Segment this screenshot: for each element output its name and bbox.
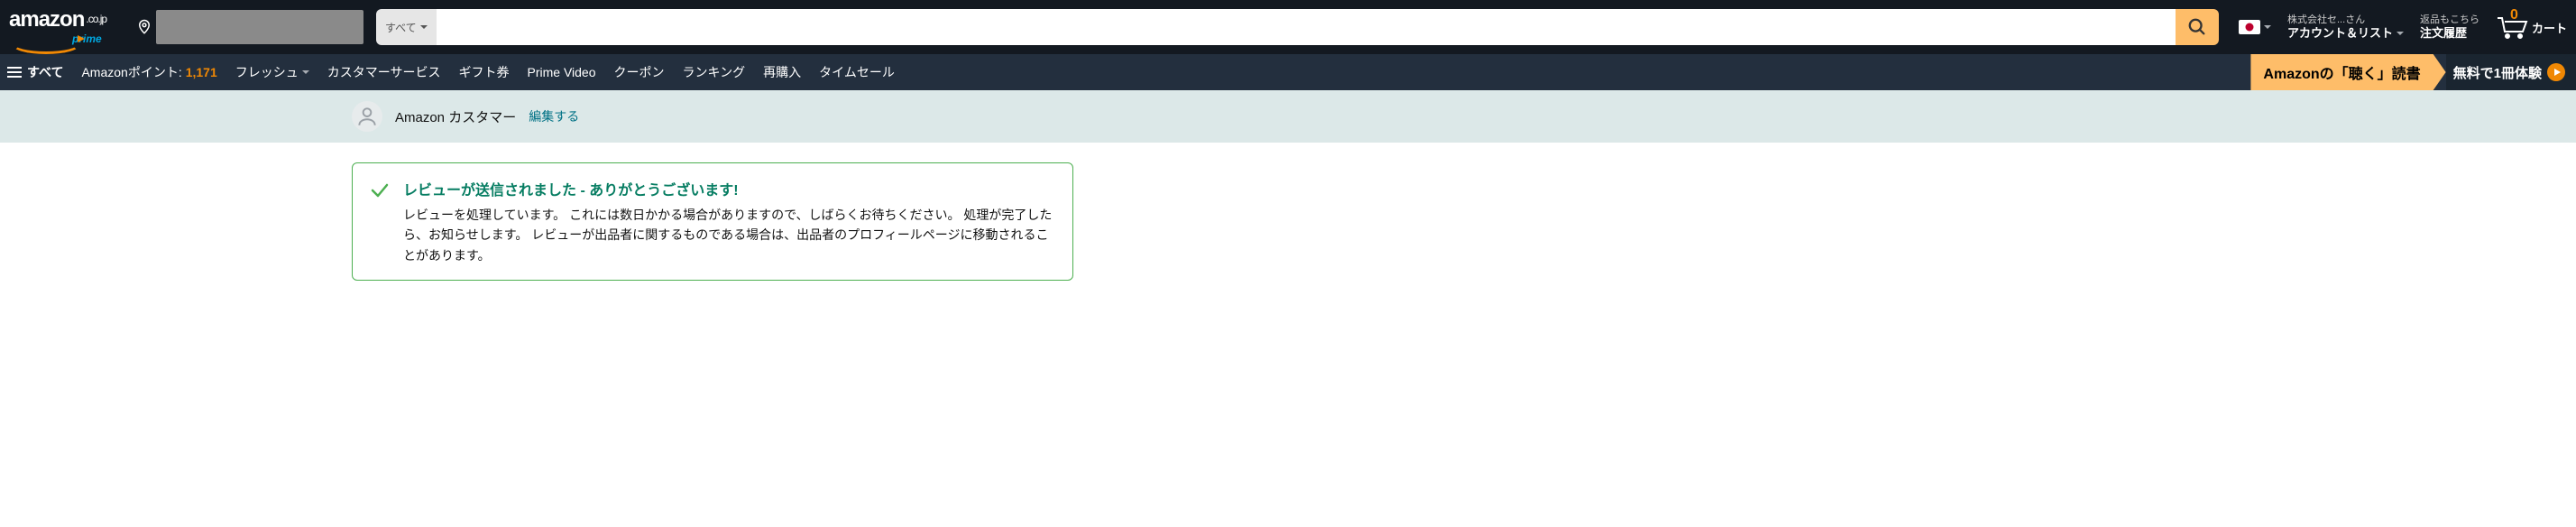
- profile-strip: Amazon カスタマー 編集する: [0, 90, 2576, 143]
- profile-name: Amazon カスタマー: [395, 107, 516, 126]
- alert-container: レビューが送信されました - ありがとうございます! レビューを処理しています。…: [0, 143, 2576, 281]
- top-nav: amazon.co.jp prime すべて 株式会社: [0, 0, 2576, 54]
- chevron-down-icon: [2397, 32, 2404, 35]
- alert-body: レビューを処理しています。 これには数日かかる場合がありますので、しばらくお待ち…: [403, 205, 1056, 265]
- nav-fresh-label: フレッシュ: [235, 63, 299, 81]
- sub-nav: すべて Amazonポイント: 1,171 フレッシュ カスタマーサービス ギフ…: [0, 54, 2576, 90]
- avatar: [352, 101, 382, 132]
- hamburger-icon: [7, 67, 22, 78]
- chevron-down-icon: [420, 25, 428, 29]
- logo-suffix: .co.jp: [86, 13, 106, 25]
- chevron-down-icon: [302, 70, 309, 74]
- search-input[interactable]: [437, 9, 2176, 45]
- nav-points[interactable]: Amazonポイント: 1,171: [81, 63, 216, 81]
- points-value: 1,171: [186, 65, 217, 79]
- smile-icon: [11, 31, 83, 42]
- orders-small: 返品もこちら: [2420, 14, 2479, 26]
- all-menu-button[interactable]: すべて: [7, 63, 63, 81]
- account-label: アカウント＆リスト: [2287, 26, 2393, 41]
- nav-time-sale[interactable]: タイムセール: [819, 63, 895, 81]
- nav-coupon[interactable]: クーポン: [614, 63, 665, 81]
- nav-customer-service[interactable]: カスタマーサービス: [327, 63, 441, 81]
- logo-word: amazon: [9, 7, 84, 32]
- cart-label: カート: [2532, 19, 2567, 36]
- profile-edit-link[interactable]: 編集する: [529, 107, 579, 125]
- nav-ranking[interactable]: ランキング: [683, 63, 746, 81]
- cart-icon: 0: [2496, 14, 2530, 40]
- language-selector[interactable]: [2239, 20, 2271, 34]
- orders-link[interactable]: 返品もこちら 注文履歴: [2420, 14, 2479, 41]
- nav-fresh[interactable]: フレッシュ: [235, 63, 309, 81]
- cart-link[interactable]: 0 カート: [2496, 14, 2567, 40]
- account-menu[interactable]: 株式会社セ...さん アカウント＆リスト: [2287, 14, 2404, 41]
- location-pin-icon: [136, 17, 152, 37]
- points-label: Amazonポイント:: [81, 63, 181, 81]
- location-block[interactable]: [136, 10, 363, 44]
- orders-label: 注文履歴: [2420, 26, 2479, 41]
- success-alert: レビューが送信されました - ありがとうございます! レビューを処理しています。…: [352, 162, 1073, 281]
- search-bar: すべて: [376, 9, 2219, 45]
- flag-jp-icon: [2239, 20, 2260, 34]
- promo-banner[interactable]: Amazonの「聴く」読書 無料で1冊体験: [2250, 54, 2576, 90]
- promo-left: Amazonの「聴く」読書: [2250, 54, 2445, 90]
- nav-gift[interactable]: ギフト券: [459, 63, 510, 81]
- play-icon: [2547, 63, 2565, 81]
- promo-right: 無料で1冊体験: [2453, 63, 2542, 82]
- search-button[interactable]: [2176, 9, 2219, 45]
- nav-buy-again[interactable]: 再購入: [763, 63, 801, 81]
- nav-prime-video[interactable]: Prime Video: [528, 65, 596, 79]
- alert-title: レビューが送信されました - ありがとうございます!: [403, 178, 1056, 199]
- search-scope-dropdown[interactable]: すべて: [376, 9, 437, 45]
- all-menu-label: すべて: [27, 63, 63, 81]
- location-text-redacted: [156, 10, 363, 44]
- search-scope-label: すべて: [385, 20, 417, 35]
- top-nav-right: 株式会社セ...さん アカウント＆リスト 返品もこちら 注文履歴 0 カート: [2239, 14, 2567, 41]
- account-greeting: 株式会社セ...さん: [2287, 14, 2404, 26]
- amazon-logo[interactable]: amazon.co.jp prime: [9, 9, 131, 45]
- cart-count: 0: [2510, 7, 2518, 23]
- checkmark-icon: [369, 180, 391, 265]
- chevron-down-icon: [2264, 25, 2271, 29]
